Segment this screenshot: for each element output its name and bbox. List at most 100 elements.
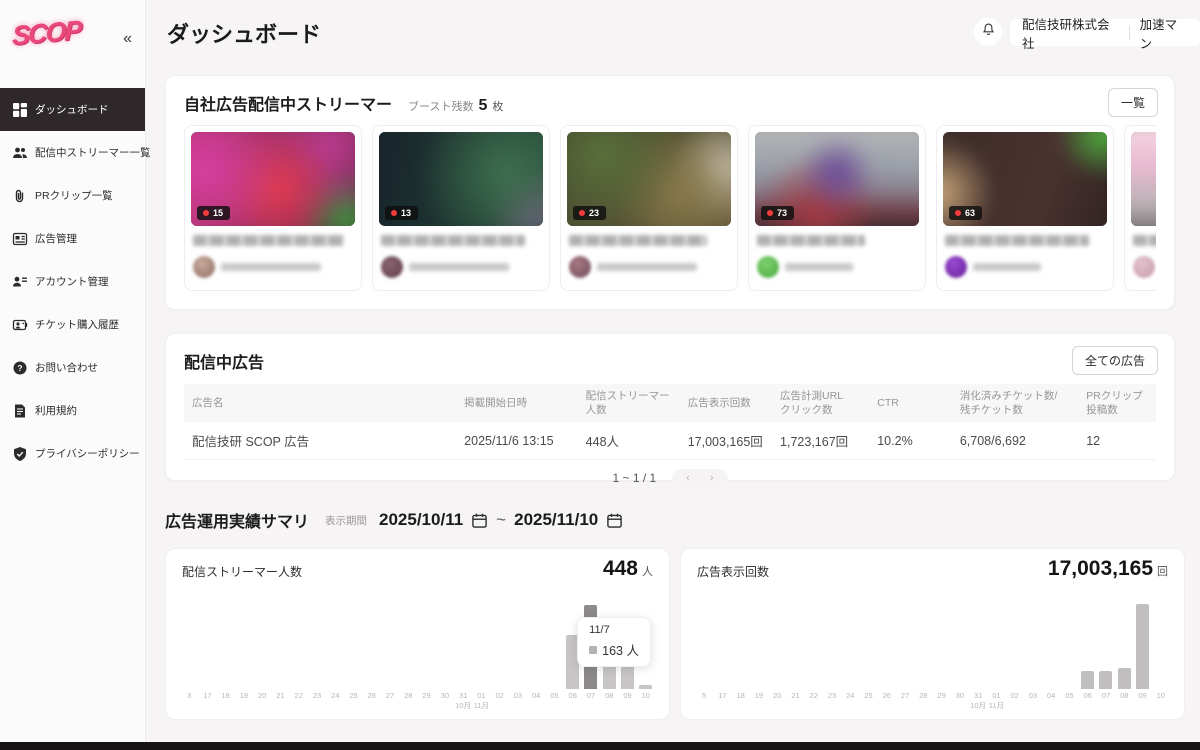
prev-page-icon[interactable]: ‹: [686, 472, 690, 484]
sidebar-item-account[interactable]: アカウント管理: [0, 260, 145, 303]
streamers-list-button[interactable]: 一覧: [1108, 88, 1158, 117]
streamer-card[interactable]: 73: [748, 125, 926, 291]
chart-bar[interactable]: [621, 666, 634, 689]
tooltip-swatch: [589, 646, 597, 654]
x-axis-tick-label: 31: [969, 691, 987, 700]
pagination-nav: ‹ ›: [672, 469, 727, 487]
date-from[interactable]: 2025/10/11: [379, 510, 463, 530]
sidebar-item-terms[interactable]: 利用規約: [0, 389, 145, 432]
calendar-icon[interactable]: [471, 512, 488, 529]
boost-label: ブースト残数: [408, 98, 473, 114]
x-axis-month-label: [732, 700, 750, 711]
chart-bar[interactable]: [1099, 671, 1112, 689]
viewer-count-badge: 23: [573, 206, 606, 220]
x-axis-month-label: [582, 700, 600, 711]
x-axis-month-label: [878, 700, 896, 711]
chart-slot: [768, 593, 786, 689]
x-axis-tick-label: 27: [381, 691, 399, 700]
sidebar-item-label: お問い合わせ: [35, 360, 98, 375]
chart-slot: [472, 593, 490, 689]
chart-title: 広告表示回数: [697, 563, 769, 580]
total-unit: 回: [1157, 563, 1168, 579]
x-axis-month-label: 11月: [472, 700, 490, 711]
x-axis-month-label: [914, 700, 932, 711]
x-axis-month-label: [308, 700, 326, 711]
chart-slot: [344, 593, 362, 689]
x-axis-month-label: [1133, 700, 1151, 711]
sidebar-item-label: 利用規約: [35, 403, 77, 418]
window-bottom-edge: [0, 742, 1200, 750]
chart-slot: [454, 593, 472, 689]
viewer-count: 15: [213, 208, 223, 218]
chart-slot: [1152, 593, 1170, 689]
chart-slot: [417, 593, 435, 689]
chart-slot: [713, 593, 731, 689]
sidebar-item-ad-management[interactable]: 広告管理: [0, 217, 145, 260]
streamer-card[interactable]: 13: [372, 125, 550, 291]
chart-slot: [1133, 593, 1151, 689]
table-column-header: 消化済みチケット数/ 残チケット数: [952, 384, 1078, 422]
sidebar-item-label: PRクリップ一覧: [35, 188, 113, 203]
chart-bar[interactable]: [1136, 604, 1149, 689]
viewer-count: 23: [589, 208, 599, 218]
x-axis-month-label: [344, 700, 362, 711]
sidebar-item-pr-clips[interactable]: PRクリップ一覧: [0, 174, 145, 217]
sidebar-item-dashboard[interactable]: ダッシュボード: [0, 88, 145, 131]
x-axis-month-label: [1115, 700, 1133, 711]
bar-chart: 3171819202122232425262728293031010203040…: [180, 593, 655, 711]
x-axis-month-label: [217, 700, 235, 711]
next-page-icon[interactable]: ›: [710, 472, 714, 484]
streamer-card[interactable]: [1124, 125, 1156, 291]
table-cell: 12: [1078, 422, 1156, 460]
blurred-username: [221, 263, 321, 271]
x-axis-tick-label: 06: [564, 691, 582, 700]
table-column-header: 広告表示回数: [680, 384, 772, 422]
table-row[interactable]: 配信技研 SCOP 広告2025/11/6 13:15448人17,003,16…: [184, 422, 1156, 460]
chart-slot: [732, 593, 750, 689]
calendar-icon[interactable]: [606, 512, 623, 529]
x-axis-tick-label: 29: [417, 691, 435, 700]
x-axis-tick-label: 30: [951, 691, 969, 700]
x-axis-month-label: [637, 700, 655, 711]
sidebar-item-label: ダッシュボード: [35, 102, 109, 117]
ad-impressions-chart-card: 広告表示回数 17,003,165 回 51718192021222324252…: [680, 548, 1185, 720]
dashboard-icon: [12, 102, 28, 118]
sidebar-item-privacy[interactable]: プライバシーポリシー: [0, 432, 145, 475]
streamer-card[interactable]: 23: [560, 125, 738, 291]
sidebar-item-contact[interactable]: ? お問い合わせ: [0, 346, 145, 389]
notifications-button[interactable]: [974, 18, 1002, 46]
viewer-count: 73: [777, 208, 787, 218]
chart-bar[interactable]: [1118, 668, 1131, 689]
blurred-username: [597, 263, 697, 271]
chart-bar[interactable]: [639, 685, 652, 689]
sidebar-item-ticket-history[interactable]: チケット購入履歴: [0, 303, 145, 346]
streamer-card[interactable]: 63: [936, 125, 1114, 291]
table-column-header: 配信ストリーマー人数: [578, 384, 680, 422]
stream-thumbnail: 63: [943, 132, 1107, 226]
tooltip-value: 163 人: [602, 640, 639, 659]
date-to[interactable]: 2025/11/10: [514, 510, 598, 530]
help-icon: ?: [12, 360, 28, 376]
x-axis-tick-label: 09: [618, 691, 636, 700]
x-axis-tick-label: 20: [253, 691, 271, 700]
all-ads-button[interactable]: 全ての広告: [1072, 346, 1158, 375]
table-column-header: PRクリップ 投稿数: [1078, 384, 1156, 422]
chart-bar[interactable]: [1081, 671, 1094, 689]
viewer-count-badge: 63: [949, 206, 982, 220]
streamer-card[interactable]: 15: [184, 125, 362, 291]
x-axis-tick-label: 22: [805, 691, 823, 700]
chart-total: 17,003,165 回: [1048, 557, 1168, 581]
x-axis-month-label: [436, 700, 454, 711]
x-axis-tick-label: 5: [695, 691, 713, 700]
sidebar-menu: ダッシュボード 配信中ストリーマー一覧 PRクリップ一覧 広告管理 アカウント管…: [0, 88, 145, 475]
sidebar-item-streamers[interactable]: 配信中ストリーマー一覧: [0, 131, 145, 174]
x-axis-month-label: [509, 700, 527, 711]
x-axis-month-label: [750, 700, 768, 711]
table-cell: 2025/11/6 13:15: [456, 422, 578, 460]
pagination-text: 1 ~ 1 / 1: [612, 471, 656, 485]
chart-slot: [381, 593, 399, 689]
sidebar-collapse-icon[interactable]: «: [123, 30, 132, 48]
x-axis-month-label: [951, 700, 969, 711]
account-menu[interactable]: 配信技研株式会社 加速マン: [1010, 19, 1200, 46]
x-axis-month-label: [1079, 700, 1097, 711]
